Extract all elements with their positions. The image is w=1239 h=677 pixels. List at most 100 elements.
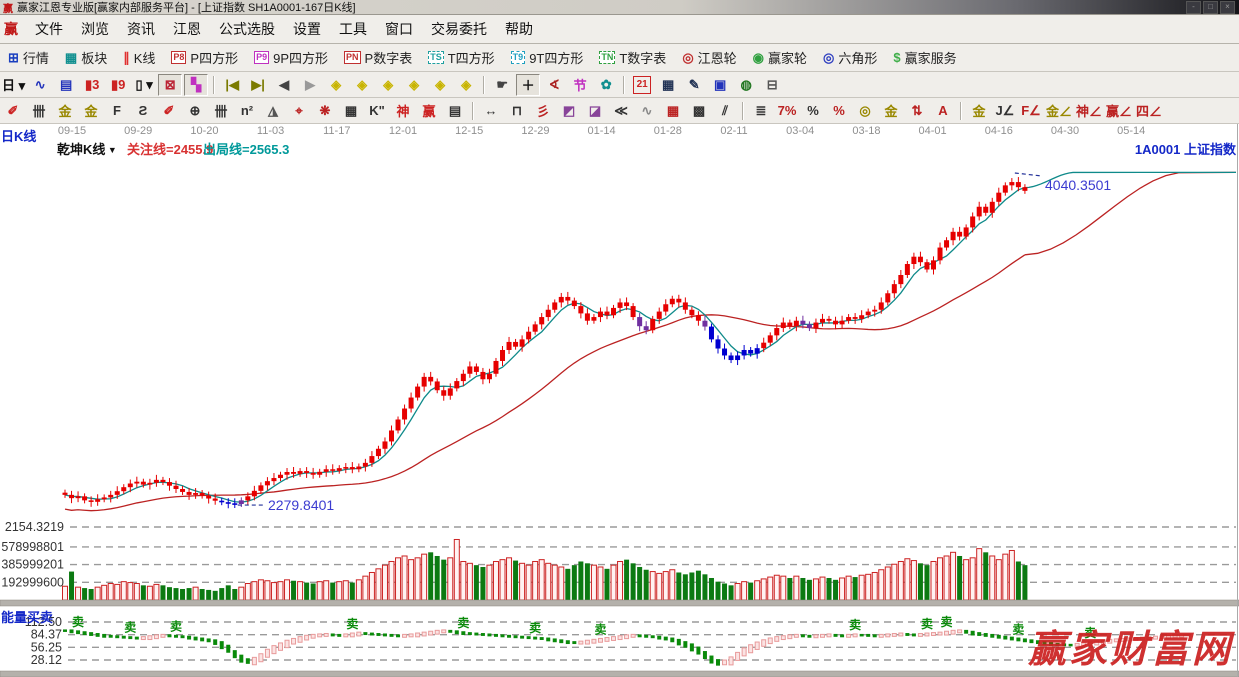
bars-3-button[interactable]: ▮3: [80, 74, 104, 96]
toolbar-item-quotes[interactable]: ⊞行情: [0, 48, 57, 67]
menu-江恩[interactable]: 江恩: [164, 16, 210, 42]
box-fan-button[interactable]: ◪: [583, 100, 607, 122]
toolbar-item-t-square[interactable]: TST四方形: [420, 48, 502, 67]
gold-comb-ruler-2-button[interactable]: 金: [79, 100, 103, 122]
kline-type-selector[interactable]: 乾坤K线 ▼: [57, 139, 117, 158]
jump-last-button[interactable]: ▶|: [246, 74, 270, 96]
gold-comb-ruler-button[interactable]: 金: [53, 100, 77, 122]
percent-line-button[interactable]: %: [827, 100, 851, 122]
close-button[interactable]: ×: [1220, 1, 1235, 14]
toolbar-item-9t-square[interactable]: T99T四方形: [503, 48, 592, 67]
gann-fan-button[interactable]: 彡: [531, 100, 555, 122]
calendar-button[interactable]: 21: [633, 76, 651, 94]
j-angle-button[interactable]: J∠: [993, 100, 1017, 122]
print-button[interactable]: ⊟: [760, 74, 784, 96]
ruler-123-button[interactable]: ▤: [443, 100, 467, 122]
brush-tool-button[interactable]: ✐: [1, 100, 25, 122]
f-ruler-button[interactable]: F: [105, 100, 129, 122]
mirror-angle-button[interactable]: ◮: [261, 100, 285, 122]
gold-angle-button[interactable]: 金∠: [1045, 100, 1073, 122]
angle-measure-button[interactable]: ∢: [542, 74, 566, 96]
notes-button[interactable]: ✎: [682, 74, 706, 96]
pencil-fan-button[interactable]: ≪: [609, 100, 633, 122]
toolbar-item-t-digit-table[interactable]: TNT数字表: [591, 48, 674, 67]
shen-tool-button[interactable]: 神: [391, 100, 415, 122]
s-spiral-ruler-button[interactable]: Ƨ: [131, 100, 155, 122]
rocket-ruler-button[interactable]: ✐: [157, 100, 181, 122]
hand-tool-button[interactable]: ☛: [490, 74, 514, 96]
seven-percent-button[interactable]: 7%: [775, 100, 799, 122]
k-quote-tool-button[interactable]: K": [365, 100, 389, 122]
toolbar-item-kline[interactable]: ∥K线: [115, 48, 163, 67]
ying-angle-button[interactable]: 赢∠: [1105, 100, 1133, 122]
crosshair-tool-button[interactable]: ＋: [516, 74, 540, 96]
jump-first-button[interactable]: |◀: [220, 74, 244, 96]
toolbar-item-p-digit-table[interactable]: PNP数字表: [336, 48, 420, 67]
diamond-expand-button[interactable]: ◈: [428, 74, 452, 96]
toolbar-item-hexagon[interactable]: ◎六角形: [815, 48, 885, 67]
zigzag-tool-button[interactable]: ∿: [635, 100, 659, 122]
period-day-selector-button[interactable]: 日 ▾: [1, 74, 26, 96]
percent-tool-button[interactable]: %: [801, 100, 825, 122]
gold-circle-button[interactable]: ◎: [853, 100, 877, 122]
toolbar-item-winner-wheel[interactable]: ◉赢家轮: [745, 48, 815, 67]
toolbar-item-9p-square[interactable]: P99P四方形: [246, 48, 336, 67]
toolbar-item-gann-wheel[interactable]: ◎江恩轮: [674, 48, 744, 67]
menu-公式选股[interactable]: 公式选股: [210, 16, 284, 42]
menu-文件[interactable]: 文件: [26, 16, 72, 42]
gold-underline-button[interactable]: 金: [967, 100, 991, 122]
calculator-button[interactable]: ▦: [656, 74, 680, 96]
step-forward-button[interactable]: ▶: [298, 74, 322, 96]
target-crosshair-button[interactable]: ⌖: [287, 100, 311, 122]
menu-设置[interactable]: 设置: [284, 16, 330, 42]
diamond-left-button[interactable]: ◈: [324, 74, 348, 96]
distribution-chart-toggle-button[interactable]: ▚: [184, 74, 208, 96]
ying-tool-button[interactable]: 赢: [417, 100, 441, 122]
pan-mode-button[interactable]: ∿: [28, 74, 52, 96]
toolbar-item-p-square[interactable]: P8P四方形: [163, 48, 246, 67]
four-angle-button[interactable]: 四∠: [1135, 100, 1163, 122]
shen-angle-button[interactable]: 神∠: [1075, 100, 1103, 122]
fan-in-box-button[interactable]: ◩: [557, 100, 581, 122]
star-wheel-button[interactable]: ❋: [313, 100, 337, 122]
bars-9-button[interactable]: ▮9: [106, 74, 130, 96]
parallel-lines-button[interactable]: ⫽: [713, 100, 737, 122]
diamond-horizontal-button[interactable]: ◈: [376, 74, 400, 96]
f-angle-button[interactable]: F∠: [1019, 100, 1043, 122]
diamond-collapse-button[interactable]: ◈: [402, 74, 426, 96]
minimize-button[interactable]: -: [1186, 1, 1201, 14]
menu-交易委托[interactable]: 交易委托: [422, 16, 496, 42]
info-panel-button[interactable]: ▤: [54, 74, 78, 96]
web-export-button[interactable]: ◍: [734, 74, 758, 96]
save-button[interactable]: ▣: [708, 74, 732, 96]
smart-tool-button[interactable]: ✿: [594, 74, 618, 96]
grid-target-button[interactable]: ▦: [339, 100, 363, 122]
menu-浏览[interactable]: 浏览: [72, 16, 118, 42]
step-back-button[interactable]: ◀: [272, 74, 296, 96]
red-grid-button[interactable]: ▦: [661, 100, 685, 122]
gold-line-button[interactable]: 金: [879, 100, 903, 122]
width-gauge-button[interactable]: ↔: [479, 100, 503, 122]
festival-tool-button[interactable]: 节: [568, 74, 592, 96]
ruler-rocket-button[interactable]: ⇅: [905, 100, 929, 122]
gann-overlay-toggle-button[interactable]: ⊠: [158, 74, 182, 96]
restore-button[interactable]: □: [1203, 1, 1218, 14]
diamond-move-button[interactable]: ◈: [454, 74, 478, 96]
dot-grid-button[interactable]: ▩: [687, 100, 711, 122]
ladder-gauge-button[interactable]: ≣: [749, 100, 773, 122]
menu-窗口[interactable]: 窗口: [376, 16, 422, 42]
menu-资讯[interactable]: 资讯: [118, 16, 164, 42]
n-squared-ruler-button[interactable]: n²: [235, 100, 259, 122]
menu-帮助[interactable]: 帮助: [496, 16, 542, 42]
diamond-right-button[interactable]: ◈: [350, 74, 374, 96]
comb-ruler-button[interactable]: 卌: [27, 100, 51, 122]
candle-style-selector-button[interactable]: ▯ ▾: [132, 74, 156, 96]
menu-工具[interactable]: 工具: [330, 16, 376, 42]
a-tool-button[interactable]: A: [931, 100, 955, 122]
pillar-gauge-button[interactable]: ⊓: [505, 100, 529, 122]
toolbar-item-sectors[interactable]: ▦板块: [57, 48, 115, 67]
toolbar-item-winner-service[interactable]: $赢家服务: [885, 48, 964, 67]
hash-ruler-button[interactable]: 卌: [209, 100, 233, 122]
clock-target-button[interactable]: ⊕: [183, 100, 207, 122]
chart-canvas[interactable]: 09-1509-2910-2011-0311-1712-0112-1512-29…: [0, 124, 1239, 677]
